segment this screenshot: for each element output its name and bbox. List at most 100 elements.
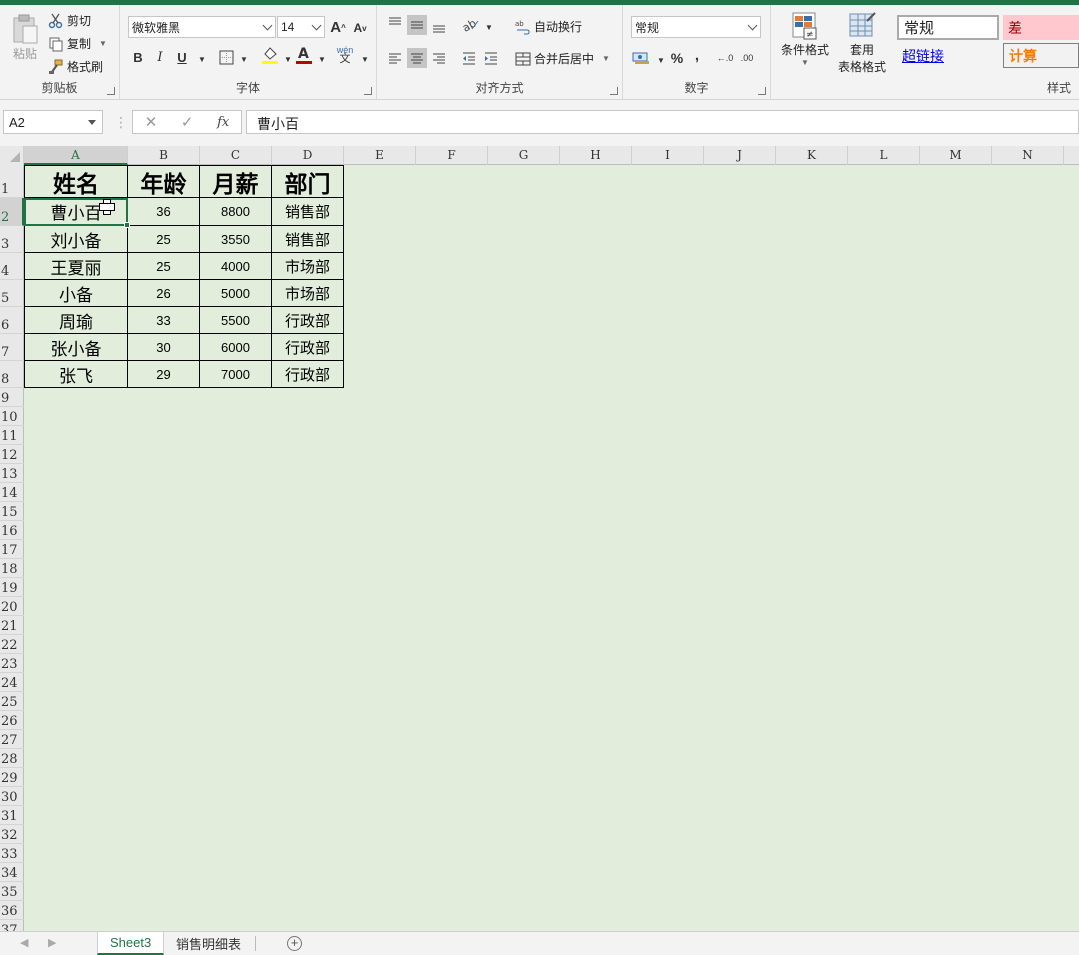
phonetic-dropdown-icon[interactable]: ▼ xyxy=(355,49,375,69)
currency-icon[interactable] xyxy=(631,48,651,68)
column-header-A[interactable]: A xyxy=(24,146,128,165)
cell-C6[interactable]: 5500 xyxy=(200,307,272,334)
cell-C7[interactable]: 6000 xyxy=(200,334,272,361)
cell-D7[interactable]: 行政部 xyxy=(272,334,344,361)
cell-D4[interactable]: 市场部 xyxy=(272,253,344,280)
column-header-E[interactable]: E xyxy=(344,146,416,165)
insert-function-icon[interactable]: fx xyxy=(217,115,229,130)
tab-prev-icon[interactable]: ◀ xyxy=(20,936,28,949)
row-header-33[interactable]: 33 xyxy=(0,844,24,863)
cell-C2[interactable]: 8800 xyxy=(200,198,272,226)
cut-button[interactable]: 剪切 xyxy=(48,12,91,29)
cell-C1[interactable]: 月薪 xyxy=(200,165,272,198)
copy-dropdown-icon[interactable]: ▼ xyxy=(99,39,107,48)
cell-B2[interactable]: 36 xyxy=(128,198,200,226)
border-icon[interactable] xyxy=(216,47,236,67)
row-header-25[interactable]: 25 xyxy=(0,692,24,711)
cell-B5[interactable]: 26 xyxy=(128,280,200,307)
italic-button[interactable]: I xyxy=(150,47,170,67)
name-box[interactable]: A2 xyxy=(3,110,103,134)
row-header-29[interactable]: 29 xyxy=(0,768,24,787)
fill-handle[interactable] xyxy=(124,222,130,228)
font-color-dropdown-icon[interactable]: ▼ xyxy=(312,49,332,69)
paste-button[interactable]: 粘贴 xyxy=(8,13,42,62)
row-header-32[interactable]: 32 xyxy=(0,825,24,844)
column-header-L[interactable]: L xyxy=(848,146,920,165)
cell-D8[interactable]: 行政部 xyxy=(272,361,344,388)
add-sheet-icon[interactable]: + xyxy=(287,936,302,951)
cell-C4[interactable]: 4000 xyxy=(200,253,272,280)
formula-input[interactable]: 曹小百 xyxy=(246,110,1079,134)
row-header-11[interactable]: 11 xyxy=(0,426,24,445)
row-header-34[interactable]: 34 xyxy=(0,863,24,882)
row-header-31[interactable]: 31 xyxy=(0,806,24,825)
align-left-icon[interactable] xyxy=(385,48,405,68)
font-size-combo[interactable]: 14 xyxy=(277,16,325,38)
row-header-10[interactable]: 10 xyxy=(0,407,24,426)
tab-next-icon[interactable]: ▶ xyxy=(48,936,56,949)
decrease-decimal-button[interactable]: .00 xyxy=(737,48,757,68)
font-launcher-icon[interactable] xyxy=(364,87,372,95)
font-name-combo[interactable]: 微软雅黑 xyxy=(128,16,276,38)
row-header-3[interactable]: 3 xyxy=(0,226,24,253)
cell-D5[interactable]: 市场部 xyxy=(272,280,344,307)
row-header-6[interactable]: 6 xyxy=(0,307,24,334)
row-header-2[interactable]: 2 xyxy=(0,198,24,226)
row-header-35[interactable]: 35 xyxy=(0,882,24,901)
column-header-J[interactable]: J xyxy=(704,146,776,165)
row-header-23[interactable]: 23 xyxy=(0,654,24,673)
sheet-tab-sales-detail[interactable]: 销售明细表 xyxy=(164,932,253,955)
align-top-icon[interactable] xyxy=(385,13,405,33)
cell-A6[interactable]: 周瑜 xyxy=(24,307,128,334)
cell-B7[interactable]: 30 xyxy=(128,334,200,361)
row-header-5[interactable]: 5 xyxy=(0,280,24,307)
more-options-icon[interactable]: ⋮ xyxy=(114,114,128,131)
row-header-19[interactable]: 19 xyxy=(0,578,24,597)
style-calculation[interactable]: 计算 xyxy=(1003,43,1079,68)
column-header-H[interactable]: H xyxy=(560,146,632,165)
orientation-icon[interactable]: ab xyxy=(461,15,481,35)
row-header-4[interactable]: 4 xyxy=(0,253,24,280)
cancel-icon[interactable]: ✕ xyxy=(145,113,158,131)
column-header-B[interactable]: B xyxy=(128,146,200,165)
orientation-dropdown-icon[interactable]: ▼ xyxy=(479,17,499,37)
column-header-C[interactable]: C xyxy=(200,146,272,165)
row-header-15[interactable]: 15 xyxy=(0,502,24,521)
column-header-N[interactable]: N xyxy=(992,146,1064,165)
cell-C8[interactable]: 7000 xyxy=(200,361,272,388)
style-bad[interactable]: 差 xyxy=(1003,15,1079,40)
cell-C5[interactable]: 5000 xyxy=(200,280,272,307)
underline-dropdown-icon[interactable]: ▼ xyxy=(192,49,212,69)
column-header-M[interactable]: M xyxy=(920,146,992,165)
merge-center-button[interactable]: 合并后居中 ▼ xyxy=(515,50,610,67)
row-header-12[interactable]: 12 xyxy=(0,445,24,464)
number-format-combo[interactable]: 常规 xyxy=(631,16,761,38)
row-header-16[interactable]: 16 xyxy=(0,521,24,540)
copy-button[interactable]: 复制 ▼ xyxy=(48,35,107,52)
fill-color-icon[interactable] xyxy=(260,45,280,65)
cell-B8[interactable]: 29 xyxy=(128,361,200,388)
cell-A1[interactable]: 姓名 xyxy=(24,165,128,198)
wrap-text-button[interactable]: ab 自动换行 xyxy=(515,18,582,35)
cell-B3[interactable]: 25 xyxy=(128,226,200,253)
row-header-22[interactable]: 22 xyxy=(0,635,24,654)
select-all-button[interactable] xyxy=(0,146,24,165)
phonetic-icon[interactable]: wén 文 xyxy=(335,45,355,65)
column-header-D[interactable]: D xyxy=(272,146,344,165)
cell-D6[interactable]: 行政部 xyxy=(272,307,344,334)
cell-A4[interactable]: 王夏丽 xyxy=(24,253,128,280)
number-launcher-icon[interactable] xyxy=(758,87,766,95)
increase-decimal-button[interactable]: ←.0 xyxy=(715,48,735,68)
align-right-icon[interactable] xyxy=(429,48,449,68)
align-middle-icon[interactable] xyxy=(407,15,427,35)
font-color-icon[interactable]: A xyxy=(294,45,314,65)
cell-A8[interactable]: 张飞 xyxy=(24,361,128,388)
row-header-8[interactable]: 8 xyxy=(0,361,24,388)
style-normal[interactable]: 常规 xyxy=(897,15,999,40)
format-painter-button[interactable]: 格式刷 xyxy=(48,58,103,75)
row-header-24[interactable]: 24 xyxy=(0,673,24,692)
bold-button[interactable]: B xyxy=(128,47,148,67)
row-header-28[interactable]: 28 xyxy=(0,749,24,768)
merge-dropdown-icon[interactable]: ▼ xyxy=(602,54,610,63)
sheet-tab-sheet3[interactable]: Sheet3 xyxy=(97,932,165,955)
